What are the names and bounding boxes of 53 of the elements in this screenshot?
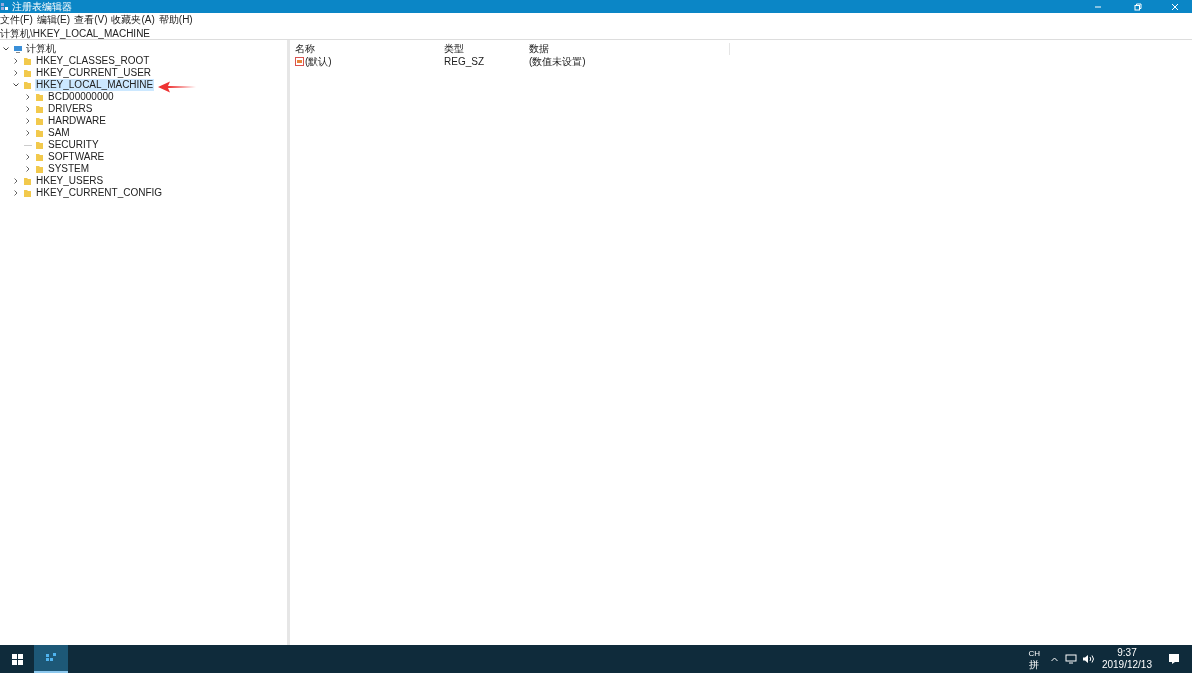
chevron-down-icon[interactable] <box>2 45 10 53</box>
windows-icon <box>11 653 23 665</box>
chevron-right-icon[interactable] <box>24 93 32 101</box>
tree-item[interactable]: SYSTEM <box>47 163 91 175</box>
value-data: (数值未设置) <box>529 54 586 69</box>
chevron-right-icon[interactable] <box>24 105 32 113</box>
chevron-right-icon[interactable] <box>24 129 32 137</box>
tree-item[interactable]: SOFTWARE <box>47 151 106 163</box>
chevron-right-icon[interactable] <box>12 57 20 65</box>
menu-item[interactable]: 文件(F) <box>0 13 33 27</box>
computer-icon <box>13 44 23 54</box>
string-value-icon <box>295 56 304 66</box>
window-title: 注册表编辑器 <box>12 0 72 13</box>
chevron-right-icon[interactable] <box>12 69 20 77</box>
language-indicator[interactable]: CH <box>1028 648 1040 659</box>
close-icon <box>1171 2 1179 11</box>
tree-item[interactable]: SAM <box>47 127 71 139</box>
tree-item[interactable]: HKEY_USERS <box>35 175 105 187</box>
network-icon[interactable] <box>1064 654 1077 664</box>
tree-item[interactable]: SECURITY <box>47 139 100 151</box>
chevron-right-icon[interactable] <box>12 189 20 197</box>
volume-icon[interactable] <box>1081 654 1094 664</box>
menu-item[interactable]: 帮助(H) <box>158 13 193 27</box>
tree-item[interactable]: 计算机 <box>26 43 56 55</box>
menu-item[interactable]: 收藏夹(A) <box>111 13 155 27</box>
tree-item[interactable]: HKEY_LOCAL_MACHINE <box>35 79 155 91</box>
column-header[interactable]: 名称 <box>295 43 444 55</box>
menu-item[interactable]: 查看(V) <box>74 13 108 27</box>
value-type: REG_SZ <box>444 54 485 69</box>
tree-item[interactable]: HKEY_CURRENT_USER <box>35 67 153 79</box>
tree-item[interactable]: DRIVERS <box>47 103 94 115</box>
chevron-right-icon[interactable] <box>24 165 32 173</box>
registry-icon <box>45 652 57 664</box>
address-field[interactable]: 计算机\HKEY_LOCAL_MACHINE <box>0 27 1192 40</box>
value-name[interactable]: (默认) <box>305 53 332 69</box>
chevron-right-icon[interactable] <box>24 153 32 161</box>
column-header[interactable]: 数据 <box>529 43 549 55</box>
registry-icon <box>1 2 10 11</box>
tree-item[interactable]: HARDWARE <box>47 115 107 127</box>
taskbar-app-button[interactable] <box>34 645 68 673</box>
ime-indicator[interactable]: 拼 <box>1029 659 1040 670</box>
chevron-right-icon[interactable] <box>24 117 32 125</box>
column-header[interactable]: 类型 <box>444 43 529 55</box>
tree-item[interactable]: HKEY_CLASSES_ROOT <box>35 55 151 67</box>
restore-icon <box>1134 2 1142 11</box>
tree-item[interactable]: HKEY_CURRENT_CONFIG <box>35 187 164 199</box>
clock-time[interactable]: 9:37 <box>1117 647 1137 659</box>
chevron-right-icon[interactable] <box>12 177 20 185</box>
chevron-down-icon[interactable] <box>12 81 20 89</box>
tree-item[interactable]: BCD00000000 <box>47 91 115 103</box>
notification-icon[interactable] <box>1168 653 1180 665</box>
menu-item[interactable]: 编辑(E) <box>36 13 71 27</box>
clock-date[interactable]: 2019/12/13 <box>1101 659 1152 671</box>
